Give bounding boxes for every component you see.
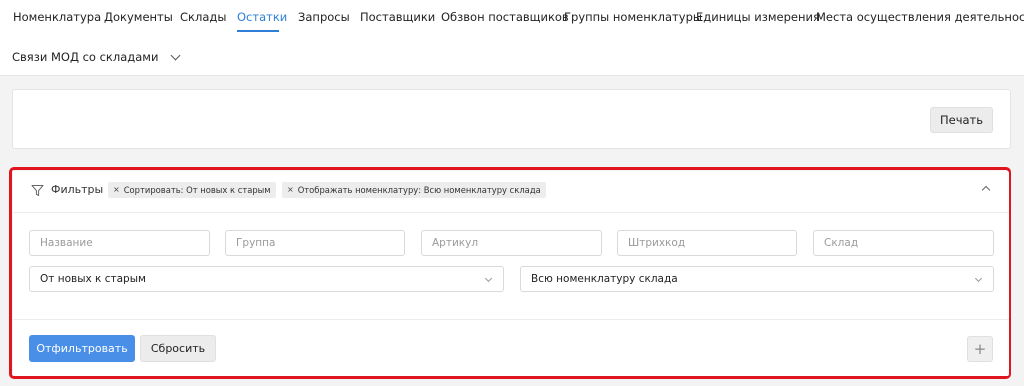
chip-label: Сортировать: От новых к старым [123, 185, 271, 195]
group-input[interactable]: Группа [225, 230, 405, 256]
nav-tab-stock[interactable]: Остатки [237, 9, 287, 25]
print-button[interactable]: Печать [930, 107, 993, 133]
filters-divider [13, 319, 1009, 320]
article-placeholder: Артикул [432, 237, 479, 249]
chevron-down-icon [974, 274, 983, 283]
display-select-value: Всю номенклатуру склада [531, 273, 678, 285]
active-tab-indicator [237, 30, 279, 32]
nav-tab-warehouses[interactable]: Склады [180, 9, 226, 25]
name-input[interactable]: Название [29, 230, 210, 256]
article-input[interactable]: Артикул [421, 230, 602, 256]
chevron-down-icon [170, 50, 181, 60]
filter-chip-sort[interactable]: × Сортировать: От новых к старым [108, 182, 276, 198]
nav-tab-documents[interactable]: Документы [104, 9, 173, 25]
nav-tab-suppliers[interactable]: Поставщики [360, 9, 435, 25]
name-placeholder: Название [40, 237, 93, 249]
chip-remove-icon[interactable]: × [113, 182, 120, 198]
chevron-up-icon[interactable] [981, 185, 991, 195]
nav-tab-activity-places[interactable]: Места осуществления деятельности [816, 9, 1024, 25]
group-placeholder: Группа [236, 237, 276, 249]
nav-more-label: Связи МОД со складами [12, 50, 159, 64]
filters-title: Фильтры [51, 183, 104, 196]
nav-tab-units[interactable]: Единицы измерения [696, 9, 820, 25]
apply-filter-button[interactable]: Отфильтровать [29, 335, 135, 362]
warehouse-placeholder: Склад [824, 237, 859, 249]
display-select[interactable]: Всю номенклатуру склада [520, 266, 994, 292]
nav-tab-supplier-calls[interactable]: Обзвон поставщиков [441, 9, 569, 25]
nav-tab-nomenclature-groups[interactable]: Группы номенклатуры [564, 9, 702, 25]
nav-tab-nomenclature[interactable]: Номенклатура [13, 9, 101, 25]
barcode-input[interactable]: Штрихкод [617, 230, 797, 256]
reset-filter-button[interactable]: Сбросить [140, 335, 216, 362]
warehouse-input[interactable]: Склад [813, 230, 994, 256]
top-navigation: Номенклатура Документы Склады Остатки За… [0, 0, 1024, 76]
plus-icon: + [973, 340, 987, 358]
sort-select-value: От новых к старым [40, 273, 146, 285]
actions-panel: Печать [12, 89, 1011, 149]
sort-select[interactable]: От новых к старым [29, 266, 504, 292]
nav-more-dropdown[interactable]: Связи МОД со складами [12, 49, 181, 65]
filter-funnel-icon [31, 185, 44, 196]
barcode-placeholder: Штрихкод [628, 237, 686, 249]
chip-remove-icon[interactable]: × [287, 182, 294, 198]
filter-chip-display[interactable]: × Отображать номенклатуру: Всю номенклат… [282, 182, 546, 198]
filters-header[interactable]: Фильтры × Сортировать: От новых к старым… [13, 171, 1009, 213]
chevron-down-icon [484, 274, 493, 283]
nav-tab-requests[interactable]: Запросы [298, 9, 350, 25]
add-filter-button[interactable]: + [967, 336, 993, 362]
chip-label: Отображать номенклатуру: Всю номенклатур… [297, 185, 541, 195]
filters-panel: Фильтры × Сортировать: От новых к старым… [13, 171, 1009, 376]
